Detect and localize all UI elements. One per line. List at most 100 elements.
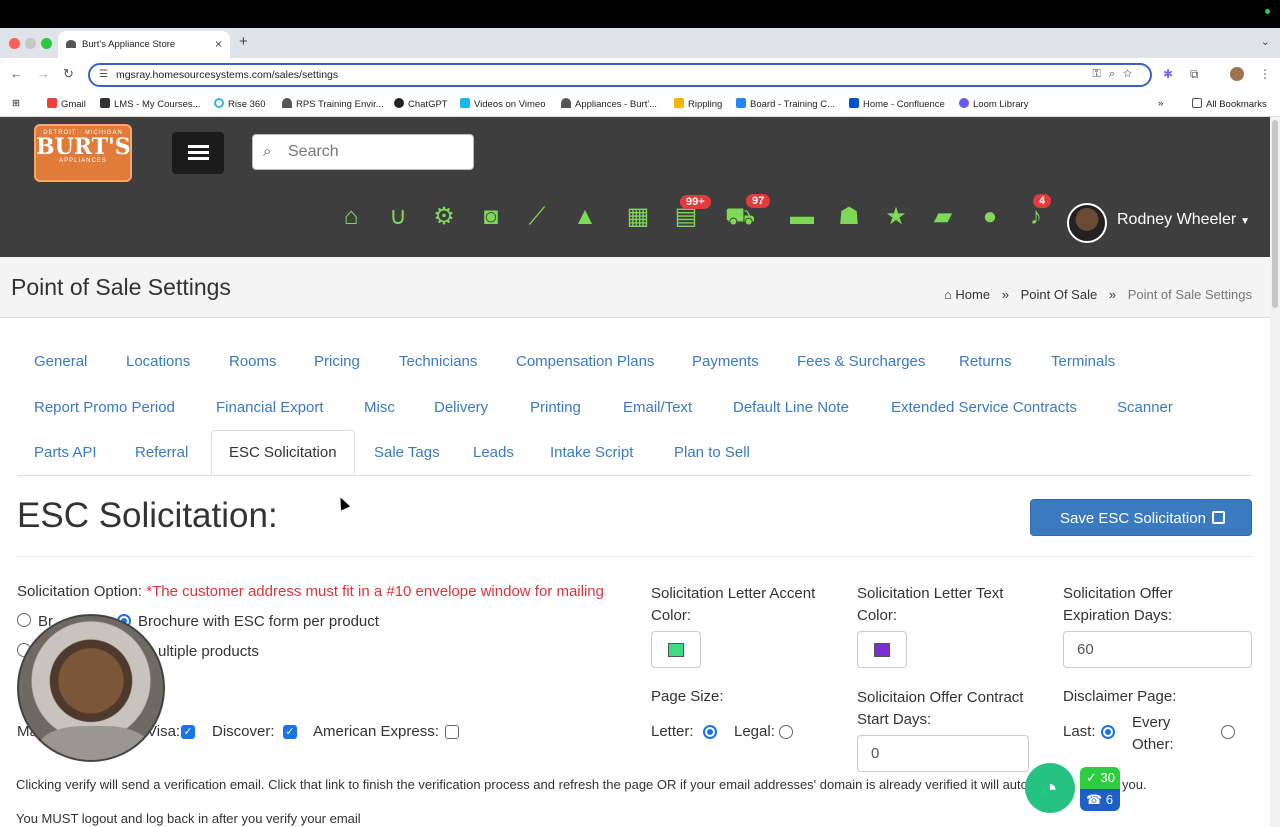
vimeo-icon (460, 98, 470, 108)
tab-referral[interactable]: Referral (135, 444, 188, 461)
letter-radio[interactable] (703, 725, 717, 739)
tab-parts-api[interactable]: Parts API (34, 444, 97, 461)
tab-general[interactable]: General (34, 353, 87, 370)
text-color-swatch (874, 643, 890, 657)
tab-misc[interactable]: Misc (364, 399, 395, 416)
profile-icon[interactable] (1230, 67, 1244, 81)
back-icon[interactable]: ← (10, 66, 23, 81)
users-icon[interactable]: ☗ (834, 202, 864, 232)
avatar[interactable] (1067, 203, 1107, 243)
bookmark-rps[interactable]: RPS Training Envir... (282, 98, 384, 110)
maximize-window-button[interactable] (41, 38, 52, 49)
tab-default-line-note[interactable]: Default Line Note (733, 399, 849, 416)
tab-fees-surcharges[interactable]: Fees & Surcharges (797, 353, 925, 370)
chart-icon[interactable]: ⟋ (522, 202, 552, 232)
tab-search-icon[interactable]: ⌄ (1261, 35, 1270, 48)
tab-pricing[interactable]: Pricing (314, 353, 360, 370)
extension-icon[interactable]: ✱ (1163, 67, 1173, 81)
url-actions[interactable]: ⚿⌕☆ (1092, 68, 1140, 81)
url-bar[interactable]: ☰ mgsray.homesourcesystems.com/sales/set… (88, 63, 1152, 87)
forward-icon[interactable]: → (37, 66, 50, 81)
reload-icon[interactable]: ↻ (63, 66, 74, 82)
tab-leads[interactable]: Leads (473, 444, 514, 461)
bookmark-board[interactable]: Board - Training C... (736, 98, 835, 110)
new-tab-button[interactable]: + (239, 33, 248, 50)
tab-compensation-plans[interactable]: Compensation Plans (516, 353, 654, 370)
bookmark-loom[interactable]: Loom Library (959, 98, 1028, 110)
search-input[interactable]: ⌕ Search (252, 134, 474, 170)
disclaimer-last-radio[interactable] (1101, 725, 1115, 739)
bookmark-confluence[interactable]: Home - Confluence (849, 98, 945, 110)
accent-color-picker[interactable] (651, 631, 701, 668)
calculator-icon[interactable]: ▦ (623, 202, 653, 232)
close-window-button[interactable] (9, 38, 20, 49)
extensions-puzzle-icon[interactable]: ⧉ (1190, 67, 1199, 82)
menu-toggle-button[interactable] (172, 132, 224, 174)
magnet-icon[interactable]: ∪ (383, 202, 413, 232)
caret-down-icon: ▼ (1240, 216, 1251, 227)
tab-locations[interactable]: Locations (126, 353, 190, 370)
mouse-cursor-icon (335, 495, 351, 511)
tab-sale-tags[interactable]: Sale Tags (374, 444, 440, 461)
more-bookmarks-button[interactable]: » (1158, 98, 1163, 109)
bookmark-rippling[interactable]: Rippling (674, 98, 722, 110)
tab-technicians[interactable]: Technicians (399, 353, 477, 370)
site-info-icon[interactable]: ☰ (99, 69, 108, 80)
option-brochure-radio[interactable] (17, 613, 31, 627)
discover-checkbox[interactable]: ✓ (283, 725, 297, 739)
bookmark-chatgpt[interactable]: ChatGPT (394, 98, 448, 110)
bookmark-vimeo[interactable]: Videos on Vimeo (460, 98, 545, 110)
graduation-cap-icon[interactable]: ▲ (570, 202, 600, 232)
rps-icon (282, 98, 292, 108)
bookmark-appliances[interactable]: Appliances - Burt'... (561, 98, 657, 110)
tab-payments[interactable]: Payments (692, 353, 759, 370)
visa-checkbox[interactable]: ✓ (181, 725, 195, 739)
tab-rooms[interactable]: Rooms (229, 353, 277, 370)
expiration-days-input[interactable]: 60 (1063, 631, 1252, 668)
tab-terminals[interactable]: Terminals (1051, 353, 1115, 370)
close-tab-icon[interactable]: × (215, 37, 222, 51)
minimize-window-button[interactable] (25, 38, 36, 49)
user-menu[interactable]: Rodney Wheeler ▼ (1117, 211, 1250, 229)
tab-returns[interactable]: Returns (959, 353, 1012, 370)
bookmark-gmail[interactable]: Gmail (47, 98, 86, 110)
bookmark-lms[interactable]: LMS - My Courses... (100, 98, 201, 110)
amex-checkbox[interactable] (445, 725, 459, 739)
gear-icon[interactable]: ⚙ (429, 202, 459, 232)
text-color-picker[interactable] (857, 631, 907, 668)
star-icon[interactable]: ★ (881, 202, 911, 232)
browser-tab[interactable]: Burt's Appliance Store × (58, 31, 230, 58)
briefcase-icon[interactable]: ▬ (787, 202, 817, 232)
cart-badge: 97 (746, 194, 771, 208)
page-scrollbar[interactable] (1270, 117, 1280, 827)
tab-intake-script[interactable]: Intake Script (550, 444, 633, 461)
tab-printing[interactable]: Printing (530, 399, 581, 416)
scrollbar-thumb[interactable] (1272, 120, 1278, 308)
legal-radio[interactable] (779, 725, 793, 739)
chat-icon[interactable]: ● (975, 202, 1005, 232)
browser-menu-icon[interactable]: ⋮ (1259, 67, 1271, 81)
location-icon[interactable]: ◙ (476, 202, 506, 232)
tab-report-promo-period[interactable]: Report Promo Period (34, 399, 175, 416)
bookmark-rise[interactable]: Rise 360 (214, 98, 266, 110)
apps-grid-icon[interactable]: ⊞ (12, 98, 20, 109)
disclaimer-every-other-radio[interactable] (1221, 725, 1235, 739)
timer-widget-icon[interactable]: ◔ (1025, 763, 1075, 813)
all-bookmarks[interactable]: All Bookmarks (1192, 98, 1267, 110)
contract-start-input[interactable]: 0 (857, 735, 1029, 772)
burts-logo[interactable]: DETROIT · MICHIGAN BURT'S APPLIANCES (34, 124, 132, 182)
tab-email-text[interactable]: Email/Text (623, 399, 692, 416)
breadcrumb-pos[interactable]: Point Of Sale (1021, 287, 1098, 302)
folder-icon[interactable]: ▰ (928, 202, 958, 232)
tab-plan-to-sell[interactable]: Plan to Sell (674, 444, 750, 461)
breadcrumb-home[interactable]: Home (955, 287, 990, 302)
call-status-widget[interactable]: ✓ 30 ☎ 6 (1080, 767, 1120, 811)
tab-delivery[interactable]: Delivery (434, 399, 488, 416)
tab-esc-solicitation[interactable]: ESC Solicitation (229, 444, 337, 461)
tab-financial-export[interactable]: Financial Export (216, 399, 324, 416)
save-esc-solicitation-button[interactable]: Save ESC Solicitation (1030, 499, 1252, 536)
tab-extended-service-contracts[interactable]: Extended Service Contracts (891, 399, 1077, 416)
tab-scanner[interactable]: Scanner (1117, 399, 1173, 416)
home-icon[interactable]: ⌂ (336, 202, 366, 232)
letter-label: Letter: (651, 723, 694, 740)
